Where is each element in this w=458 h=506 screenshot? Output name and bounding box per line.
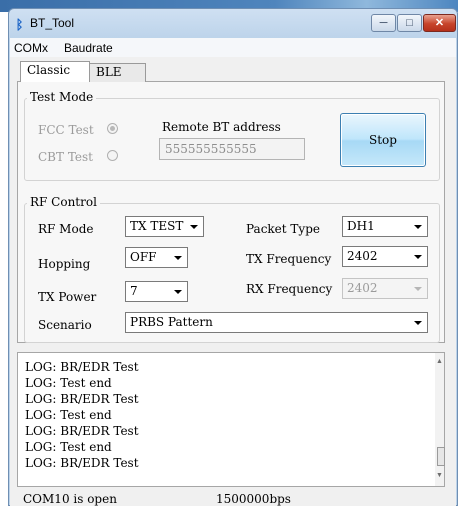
chevron-down-icon <box>414 287 422 291</box>
window-title: BT_Tool <box>30 16 75 30</box>
chevron-down-icon <box>174 256 182 260</box>
scroll-down-icon[interactable]: ▼ <box>436 472 443 479</box>
log-line: LOG: Test end <box>25 408 112 422</box>
tx-frequency-label: TX Frequency <box>246 252 332 266</box>
chevron-down-icon <box>174 290 182 294</box>
tx-power-label: TX Power <box>38 290 97 304</box>
test-mode-legend: Test Mode <box>27 90 97 104</box>
scrollbar-thumb[interactable] <box>437 447 445 466</box>
rx-frequency-value: 2402 <box>347 281 378 295</box>
rf-mode-label: RF Mode <box>38 222 94 236</box>
menu-comx[interactable]: COMx <box>14 41 48 55</box>
log-line: LOG: BR/EDR Test <box>25 360 139 374</box>
menu-baudrate[interactable]: Baudrate <box>64 41 113 55</box>
close-button[interactable]: ✕ <box>423 14 456 32</box>
chevron-down-icon <box>190 225 198 229</box>
cbt-test-label: CBT Test <box>38 150 93 164</box>
fcc-test-radio[interactable] <box>107 123 118 134</box>
scenario-label: Scenario <box>38 318 92 332</box>
hopping-value: OFF <box>130 250 157 264</box>
fcc-test-label: FCC Test <box>38 123 94 137</box>
log-line: LOG: Test end <box>25 376 112 390</box>
tx-power-select[interactable]: 7 <box>125 281 188 302</box>
tab-classic[interactable]: Classic <box>20 61 90 82</box>
stop-button[interactable]: Stop <box>340 113 426 167</box>
log-line: LOG: BR/EDR Test <box>25 424 139 438</box>
minimize-button[interactable]: ─ <box>371 14 396 32</box>
rf-mode-select[interactable]: TX TEST <box>125 216 204 237</box>
log-line: LOG: BR/EDR Test <box>25 392 139 406</box>
tx-power-value: 7 <box>130 284 138 298</box>
packet-type-value: DH1 <box>347 219 375 233</box>
bluetooth-icon: ᛒ <box>15 17 24 32</box>
rx-frequency-label: RX Frequency <box>246 282 333 296</box>
log-line: LOG: Test end <box>25 440 112 454</box>
rx-frequency-select: 2402 <box>342 278 428 299</box>
chevron-down-icon <box>414 225 422 229</box>
packet-type-select[interactable]: DH1 <box>342 216 428 237</box>
cbt-test-radio[interactable] <box>107 150 118 161</box>
packet-type-label: Packet Type <box>246 222 320 236</box>
tx-frequency-value: 2402 <box>347 249 378 263</box>
remote-bt-address-field[interactable]: 555555555555 <box>159 138 305 160</box>
log-line: LOG: BR/EDR Test <box>25 456 139 470</box>
scenario-select[interactable]: PRBS Pattern <box>125 312 428 333</box>
tx-frequency-select[interactable]: 2402 <box>342 246 428 267</box>
maximize-button[interactable]: □ <box>397 14 422 32</box>
scroll-up-icon[interactable]: ▲ <box>436 358 443 365</box>
tab-ble[interactable]: BLE <box>89 63 146 82</box>
hopping-select[interactable]: OFF <box>125 247 188 268</box>
log-scrollbar[interactable] <box>435 353 444 486</box>
baud-status: 1500000bps <box>216 492 291 506</box>
port-status: COM10 is open <box>23 492 117 506</box>
scenario-value: PRBS Pattern <box>130 315 213 329</box>
chevron-down-icon <box>414 321 422 325</box>
chevron-down-icon <box>414 255 422 259</box>
rf-mode-value: TX TEST <box>130 219 184 233</box>
hopping-label: Hopping <box>38 257 91 271</box>
rf-control-legend: RF Control <box>27 195 100 209</box>
remote-bt-address-label: Remote BT address <box>162 120 281 134</box>
